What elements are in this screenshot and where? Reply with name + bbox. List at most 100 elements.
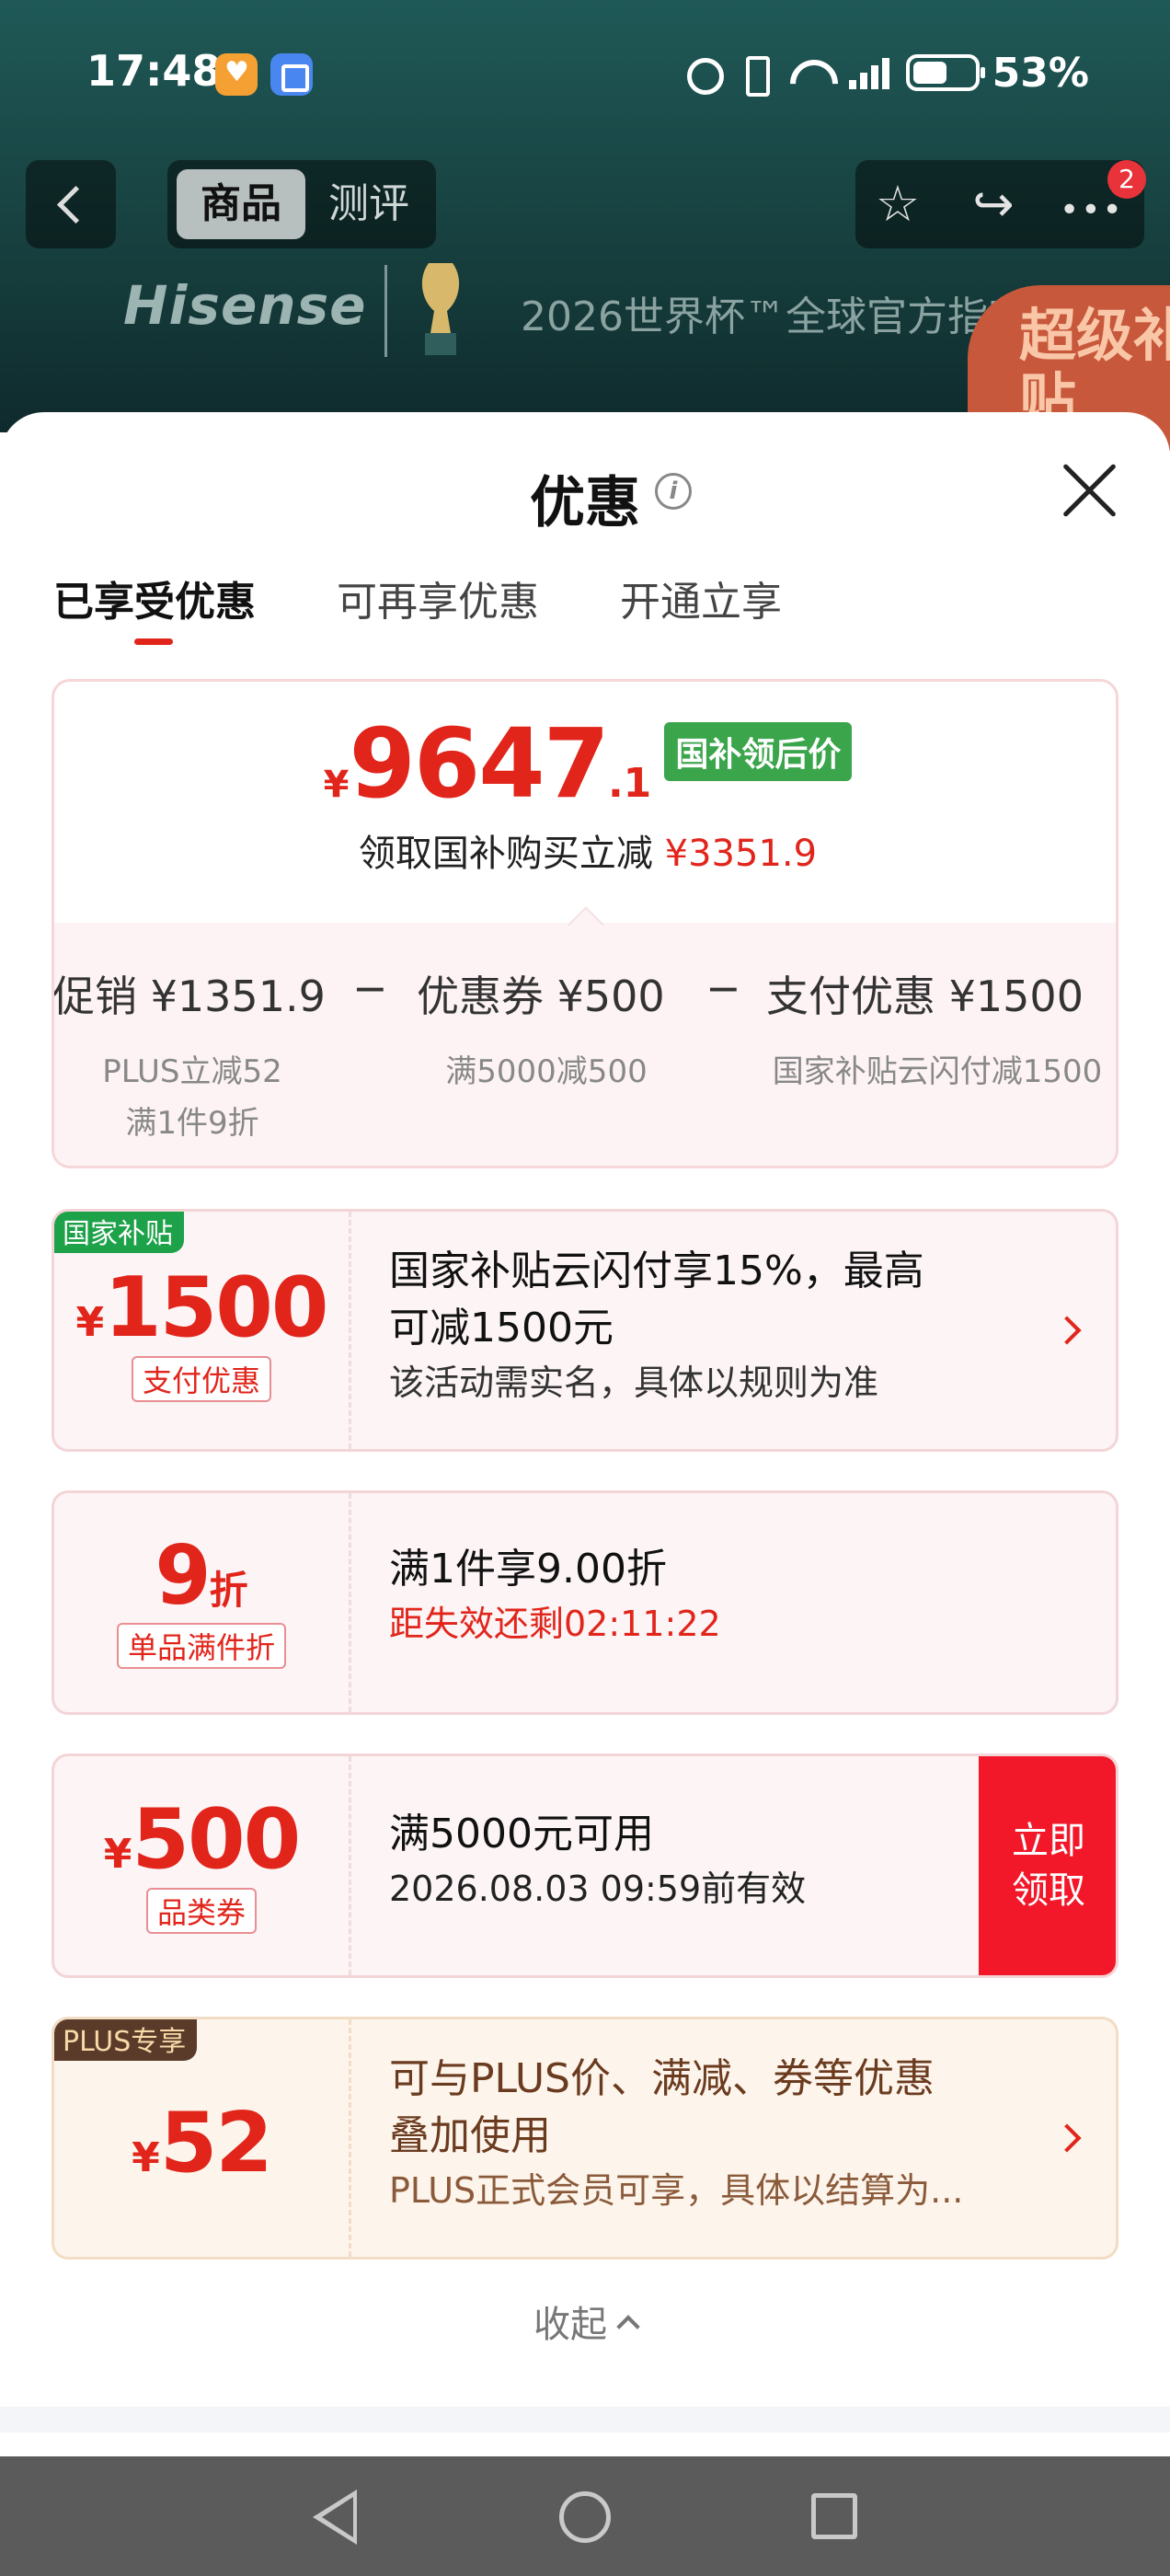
collapse-button[interactable]: 收起 <box>0 2294 1170 2348</box>
reduction-label: 领取国补购买立减 <box>358 833 653 875</box>
tab-activate-discounts[interactable]: 开通立享 <box>620 569 782 627</box>
discount-sheet: 优惠 i 已享受优惠 可再享优惠 开通立享 ¥9647.1 国补领后价 领取国补购… <box>0 412 1170 2456</box>
card-separator <box>349 1756 351 1975</box>
final-price: ¥9647.1 国补领后价 <box>54 707 1116 820</box>
health-app-icon <box>215 53 258 96</box>
payment-detail: 国家补贴云闪付减1500 <box>772 1053 1103 1090</box>
discount-tabs: 已享受优惠 可再享优惠 开通立享 <box>0 569 1170 642</box>
currency-symbol: ¥ <box>75 1299 105 1346</box>
coupon-expiry: 2026.08.03 09:59前有效 <box>389 1869 807 1909</box>
close-icon[interactable] <box>1060 460 1120 521</box>
coupon-description: 可与PLUS价、满减、券等优惠 叠加使用 PLUS正式会员可享，具体以结算为..… <box>389 2019 1033 2257</box>
national-subsidy-card[interactable]: 国家补贴 ¥1500 支付优惠 国家补贴云闪付享15%，最高 可减1500元 该… <box>52 1209 1118 1452</box>
battery-percent: 53% <box>992 49 1089 97</box>
nav-back-icon[interactable] <box>313 2490 357 2545</box>
coupon-condition: 满5000元可用 <box>389 1811 654 1857</box>
collapse-label: 收起 <box>533 2304 607 2346</box>
world-cup-trophy-icon <box>421 263 460 355</box>
price-decimal: .1 <box>607 760 652 807</box>
coupon-description: 满5000元可用 2026.08.03 09:59前有效 <box>389 1756 959 1975</box>
chevron-up-icon <box>616 2315 640 2339</box>
tab-review[interactable]: 测评 <box>311 169 427 239</box>
coupon-value: ¥500 品类券 <box>54 1756 349 1975</box>
coupon-value: 9折 单品满件折 <box>54 1493 349 1712</box>
claim-button-line2: 领取 <box>1012 1869 1085 1912</box>
coupon-type-tag: 支付优惠 <box>131 1356 271 1402</box>
status-icons: 53% <box>682 49 1089 97</box>
status-time: 17:48 <box>86 46 222 96</box>
promo-detail-1: PLUS立减52 <box>102 1053 282 1090</box>
price-summary-card: ¥9647.1 国补领后价 领取国补购买立减 ¥3351.9 促销 ¥1351.9… <box>52 679 1118 1168</box>
coupon-description: 国家补贴云闪付享15%，最高 可减1500元 该活动需实名，具体以规则为准 <box>389 1212 1033 1449</box>
subsidy-price-tag: 国补领后价 <box>664 722 853 781</box>
payment-discount-amount: 支付优惠 ¥1500 <box>766 972 1084 1021</box>
card-separator <box>349 2019 351 2257</box>
coupon-amount: 52 <box>159 2095 273 2191</box>
battery-icon <box>905 54 985 91</box>
card-separator <box>349 1493 351 1712</box>
status-bar: 17:48 53% <box>0 0 1170 147</box>
sheet-title: 优惠 <box>530 471 640 535</box>
product-tab-switch: 商品 测评 <box>167 160 436 248</box>
tab-enjoyed-discounts[interactable]: 已享受优惠 <box>53 569 256 627</box>
coupon-amount: 500 <box>132 1791 301 1888</box>
claim-coupon-button[interactable]: 立即 领取 <box>979 1756 1116 1975</box>
coupon-amount: 优惠券 ¥500 <box>417 972 665 1021</box>
category-coupon-card: ¥500 品类券 满5000元可用 2026.08.03 09:59前有效 立即… <box>52 1754 1118 1978</box>
coupon-value: ¥1500 支付优惠 <box>54 1212 349 1449</box>
coupon-type-tag: 品类券 <box>145 1888 257 1934</box>
plus-note: PLUS正式会员可享，具体以结算为... <box>389 2170 964 2211</box>
claim-button-line1: 立即 <box>1012 1820 1085 1862</box>
minus-sign: − <box>352 963 388 1013</box>
wifi-icon <box>788 54 829 91</box>
coupon-title-line2: 可减1500元 <box>389 1305 614 1351</box>
tab-product[interactable]: 商品 <box>177 169 305 239</box>
coupon-amount: 1500 <box>104 1259 328 1356</box>
minus-sign: − <box>705 963 741 1013</box>
discount-breakdown: 促销 ¥1351.9 − 优惠券 ¥500 − 支付优惠 ¥1500 <box>54 963 1116 1021</box>
tab-more-discounts[interactable]: 可再享优惠 <box>337 569 539 627</box>
coupon-value: ¥52 <box>54 2019 349 2257</box>
banner-divider <box>384 265 387 357</box>
vibrate-icon <box>735 54 775 97</box>
notification-app-icon <box>270 53 313 96</box>
plus-member-card[interactable]: PLUS专享 ¥52 可与PLUS价、满减、券等优惠 叠加使用 PLUS正式会员… <box>52 2017 1118 2260</box>
back-button[interactable] <box>26 160 116 248</box>
message-count-badge: 2 <box>1107 160 1146 199</box>
coupon-title-line1: 国家补贴云闪付享15%，最高 <box>389 1248 924 1294</box>
countdown-text: 距失效还剩02:11:22 <box>389 1604 721 1644</box>
item-discount-card: 9折 单品满件折 满1件享9.00折 距失效还剩02:11:22 <box>52 1490 1118 1715</box>
chevron-right-icon[interactable] <box>1052 1316 1082 1345</box>
currency-symbol: ¥ <box>323 764 350 806</box>
card-separator <box>349 1212 351 1449</box>
coupon-title: 满1件享9.00折 <box>389 1546 667 1593</box>
share-icon[interactable]: ↪ <box>966 177 1021 232</box>
system-navigation-bar <box>0 2456 1170 2576</box>
discount-value: 9 <box>155 1528 211 1623</box>
discount-unit: 折 <box>209 1568 248 1613</box>
price-integer: 9647 <box>349 707 610 820</box>
signal-icon <box>842 54 893 91</box>
active-tab-indicator <box>134 638 173 645</box>
favorite-star-icon[interactable]: ☆ <box>870 177 925 232</box>
plus-title-line1: 可与PLUS价、满减、券等优惠 <box>389 2055 935 2102</box>
header-actions: ☆ ↪ <box>855 160 1144 248</box>
brand-logo: Hisense <box>123 274 367 337</box>
currency-symbol: ¥ <box>132 2134 160 2181</box>
info-icon[interactable]: i <box>655 473 692 510</box>
plus-title-line2: 叠加使用 <box>389 2112 551 2159</box>
sheet-footer <box>0 2407 1170 2432</box>
coupon-note: 该活动需实名，具体以规则为准 <box>389 1363 879 1403</box>
nav-home-icon[interactable] <box>559 2491 611 2543</box>
coupon-type-tag: 单品满件折 <box>116 1623 286 1669</box>
promo-detail-2: 满1件9折 <box>125 1105 259 1142</box>
reduction-amount: ¥3351.9 <box>664 833 818 875</box>
total-reduction: 领取国补购买立减 ¥3351.9 <box>54 823 1116 877</box>
coupon-detail: 满5000减500 <box>445 1053 648 1090</box>
nav-recent-apps-icon[interactable] <box>811 2493 857 2539</box>
chevron-right-icon[interactable] <box>1052 2123 1082 2153</box>
product-nav-bar: 商品 测评 ☆ ↪ 2 <box>0 160 1170 252</box>
more-icon[interactable] <box>1060 177 1115 232</box>
alarm-icon <box>682 54 724 95</box>
promo-amount: 促销 ¥1351.9 <box>52 972 326 1021</box>
